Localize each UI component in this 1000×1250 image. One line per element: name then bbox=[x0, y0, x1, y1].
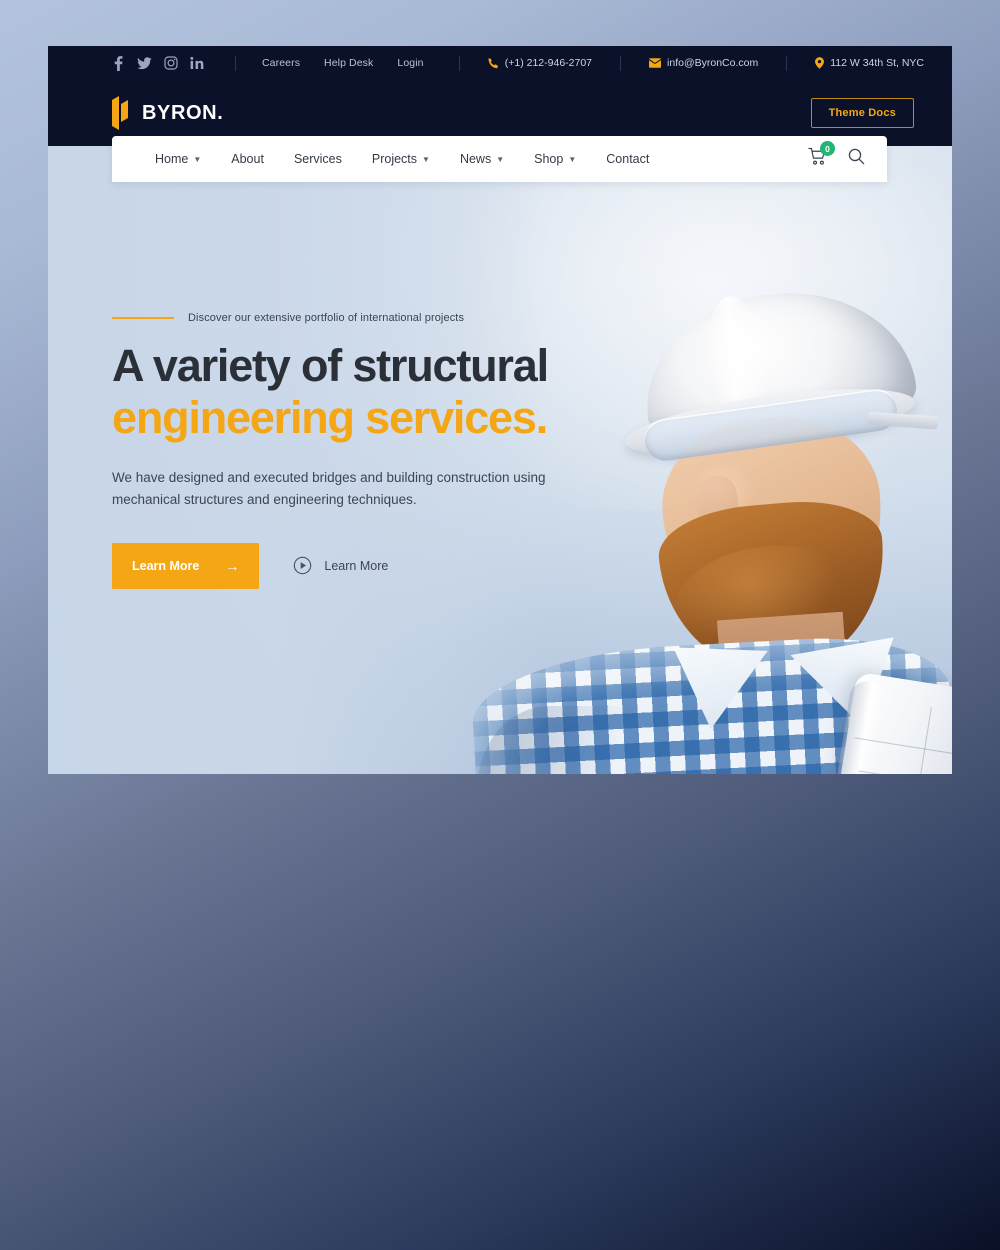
topbar-contact-group: (+1) 212-946-2707 info@ByronCo.com 112 W… bbox=[445, 55, 938, 71]
topbar-left-group: Careers Help Desk Login bbox=[110, 55, 436, 72]
contact-phone[interactable]: (+1) 212-946-2707 bbox=[474, 57, 606, 69]
top-utility-bar: Careers Help Desk Login (+1) 212-946-270… bbox=[48, 46, 952, 80]
main-navigation-bar: Home ▼ About Services Projects ▼ News ▼ … bbox=[112, 136, 887, 182]
nav-item-shop[interactable]: Shop ▼ bbox=[519, 152, 591, 166]
divider bbox=[786, 55, 788, 71]
contact-address[interactable]: 112 W 34th St, NYC bbox=[801, 57, 938, 69]
nav-item-projects[interactable]: Projects ▼ bbox=[357, 152, 445, 166]
logo-text: BYRON. bbox=[142, 101, 224, 124]
learn-more-button[interactable]: Learn More → bbox=[112, 542, 260, 589]
social-links bbox=[110, 55, 205, 72]
contact-phone-text: (+1) 212-946-2707 bbox=[504, 57, 593, 69]
play-circle-icon bbox=[293, 556, 312, 575]
envelope-icon bbox=[649, 58, 662, 68]
topbar-link-help-desk[interactable]: Help Desk bbox=[312, 57, 385, 69]
linkedin-icon[interactable] bbox=[188, 55, 205, 72]
divider bbox=[620, 55, 622, 71]
topbar-link-login[interactable]: Login bbox=[385, 57, 435, 69]
hero-heading-line-1: A variety of structural bbox=[112, 339, 549, 391]
nav-item-services-label: Services bbox=[293, 152, 342, 166]
hero-content: Discover our extensive portfolio of inte… bbox=[112, 146, 632, 774]
nav-item-services[interactable]: Services bbox=[279, 152, 357, 166]
learn-more-button-label: Learn More bbox=[132, 558, 200, 573]
divider bbox=[458, 55, 460, 71]
search-button[interactable] bbox=[848, 148, 865, 170]
chevron-down-icon: ▼ bbox=[568, 155, 577, 164]
cart-button[interactable]: 0 bbox=[808, 141, 835, 171]
contact-email-text: info@ByronCo.com bbox=[667, 57, 759, 69]
learn-more-video-label: Learn More bbox=[324, 558, 389, 573]
twitter-icon[interactable] bbox=[136, 55, 153, 72]
site-frame: Careers Help Desk Login (+1) 212-946-270… bbox=[48, 46, 952, 774]
chevron-down-icon: ▼ bbox=[496, 155, 505, 164]
nav-item-about[interactable]: About bbox=[216, 152, 279, 166]
site-logo[interactable]: BYRON. bbox=[110, 96, 223, 130]
arrow-right-icon: → bbox=[225, 557, 240, 574]
chevron-down-icon: ▼ bbox=[193, 155, 202, 164]
instagram-icon[interactable] bbox=[162, 55, 179, 72]
topbar-link-careers[interactable]: Careers bbox=[250, 57, 312, 69]
nav-item-home[interactable]: Home ▼ bbox=[140, 152, 216, 166]
learn-more-video-link[interactable]: Learn More bbox=[293, 556, 388, 575]
nav-item-about-label: About bbox=[231, 152, 264, 166]
nav-tools: 0 bbox=[808, 141, 865, 171]
hero-paragraph: We have designed and executed bridges an… bbox=[112, 469, 546, 507]
nav-item-contact[interactable]: Contact bbox=[591, 152, 664, 166]
phone-icon bbox=[488, 57, 499, 69]
cart-count-badge: 0 bbox=[820, 141, 835, 156]
nav-item-shop-label: Shop bbox=[534, 152, 564, 166]
nav-item-news-label: News bbox=[459, 152, 492, 166]
hero-section: Discover our extensive portfolio of inte… bbox=[48, 146, 952, 774]
nav-item-news[interactable]: News ▼ bbox=[445, 152, 519, 166]
chevron-down-icon: ▼ bbox=[422, 155, 430, 164]
eyebrow-accent-line bbox=[112, 316, 174, 319]
facebook-icon[interactable] bbox=[110, 55, 127, 72]
hero-heading: A variety of structural engineering serv… bbox=[112, 340, 632, 445]
location-pin-icon bbox=[815, 57, 825, 69]
divider bbox=[235, 55, 236, 71]
nav-item-contact-label: Contact bbox=[606, 152, 650, 166]
search-icon bbox=[848, 148, 865, 170]
nav-item-projects-label: Projects bbox=[371, 152, 418, 166]
logo-mark-icon bbox=[110, 96, 130, 130]
nav-item-home-label: Home bbox=[155, 152, 189, 166]
contact-address-text: 112 W 34th St, NYC bbox=[830, 57, 924, 69]
hero-eyebrow-text: Discover our extensive portfolio of inte… bbox=[188, 311, 465, 324]
hero-heading-line-2: engineering services. bbox=[112, 392, 548, 444]
theme-docs-button[interactable]: Theme Docs bbox=[810, 98, 914, 128]
hero-eyebrow: Discover our extensive portfolio of inte… bbox=[112, 312, 632, 324]
contact-email[interactable]: info@ByronCo.com bbox=[635, 57, 772, 69]
hero-cta-row: Learn More → Learn More bbox=[112, 542, 632, 589]
main-nav: Home ▼ About Services Projects ▼ News ▼ … bbox=[140, 152, 664, 166]
